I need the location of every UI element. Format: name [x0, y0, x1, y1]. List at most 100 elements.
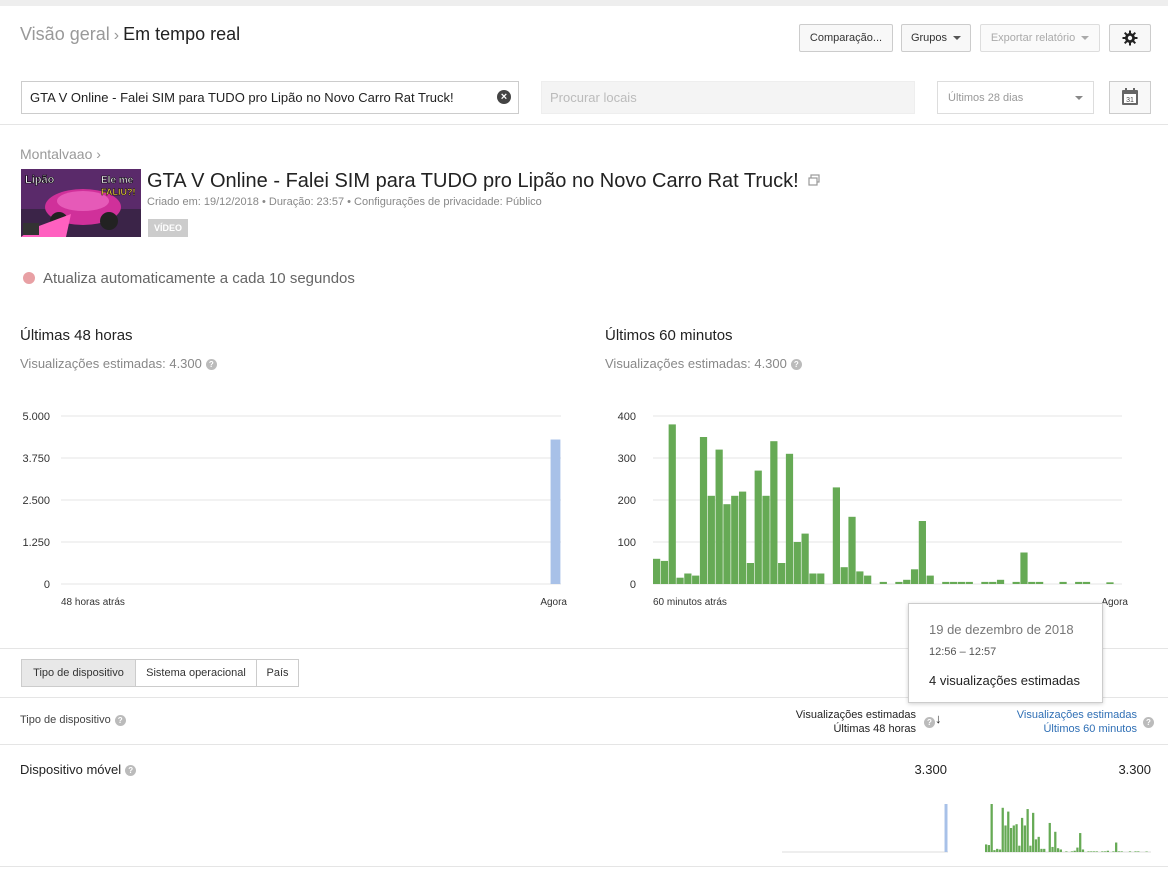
y-tick-label: 200: [618, 495, 636, 507]
channel-link[interactable]: Montalvaao ›: [20, 146, 101, 162]
video-meta: Criado em: 19/12/2018 • Duração: 23:57 •…: [147, 196, 542, 208]
chart-bar: [738, 491, 747, 584]
sparkline-bar: [1070, 851, 1074, 852]
sparkline-bar: [1090, 851, 1093, 852]
places-placeholder: Procurar locais: [550, 90, 637, 105]
clear-icon[interactable]: ×: [497, 90, 511, 104]
chart-bar: [707, 495, 715, 584]
video-title: GTA V Online - Falei SIM para TUDO pro L…: [147, 170, 820, 193]
col60-help[interactable]: ?: [1139, 714, 1154, 732]
col48-help[interactable]: ?: [920, 714, 935, 732]
chart-48-hours[interactable]: 5.000 3.750 2.500 1.250 0 48 horas atrás Agora: [0, 400, 580, 615]
chart-bar: [715, 449, 723, 584]
x-axis-start-label: 60 minutos atrás: [653, 597, 727, 608]
chart-tooltip: 19 de dezembro de 2018 12:56 – 12:57 4 v…: [908, 603, 1103, 703]
help-icon[interactable]: ?: [1143, 717, 1154, 729]
chart-bar: [793, 542, 801, 584]
column-header-60m[interactable]: Visualizações estimadas Últimos 60 minut…: [1017, 708, 1137, 736]
chart-bar: [754, 470, 762, 584]
sparkline-bar: [1112, 851, 1115, 852]
sparkline-bar: [1007, 811, 1010, 852]
top-strip: [0, 0, 1168, 6]
export-report-button[interactable]: Exportar relatório: [980, 24, 1100, 52]
sparkline-bar: [1065, 851, 1068, 852]
calendar-button[interactable]: 31: [1109, 81, 1151, 114]
chart-bar: [879, 581, 887, 584]
chart-bar: [1106, 582, 1114, 584]
sparkline-bar: [1048, 822, 1051, 852]
export-button-label: Exportar relatório: [990, 32, 1076, 44]
sparkline-bar: [1101, 851, 1104, 852]
x-axis-end-label: Agora: [1101, 597, 1128, 608]
sparkline-bar: [944, 804, 948, 852]
chart-bar: [699, 437, 708, 584]
groups-button-label: Grupos: [910, 32, 948, 44]
settings-button[interactable]: [1109, 24, 1151, 52]
row-value-48h: 3.300: [914, 762, 947, 777]
sparkline-bar: [998, 849, 1002, 852]
tab-operating-system[interactable]: Sistema operacional: [135, 659, 257, 687]
y-tick-label: 400: [618, 411, 636, 423]
sparkline-bar: [1079, 833, 1082, 852]
row-device-name: Dispositivo móvel: [20, 762, 122, 777]
chart-bar: [692, 575, 700, 584]
table-row-label: Dispositivo móvel?: [20, 762, 137, 777]
chart-bar: [1082, 581, 1091, 584]
tab-country[interactable]: País: [256, 659, 299, 687]
sparkline-bar: [1103, 851, 1107, 852]
search-value: GTA V Online - Falei SIM para TUDO pro L…: [30, 90, 454, 105]
sparkline-bar: [1051, 846, 1054, 852]
thumbnail-text-ele-me: Ele me: [101, 175, 134, 186]
breadcrumb-overview-link[interactable]: Visão geral: [20, 24, 110, 44]
sparkline-bar: [1120, 851, 1123, 852]
chart-bar: [942, 581, 950, 584]
chart-bar: [550, 439, 561, 584]
chart-bar: [864, 575, 872, 584]
help-icon[interactable]: ?: [125, 765, 137, 777]
panel-48h-title: Últimas 48 horas: [20, 327, 133, 344]
chart-bar: [676, 577, 684, 584]
chart-bar: [989, 581, 997, 584]
video-search-input[interactable]: GTA V Online - Falei SIM para TUDO pro L…: [21, 81, 519, 114]
help-icon[interactable]: ?: [114, 714, 126, 726]
chart-60-minutes[interactable]: 400 300 200 100 0 60 minutos atrás Agora: [590, 400, 1168, 615]
chart-bar: [778, 563, 786, 584]
sparkline-bar: [1106, 850, 1109, 852]
compare-button[interactable]: Comparação...: [799, 24, 893, 52]
table-dimension-header: Tipo de dispositivo?: [20, 714, 126, 726]
sparkline-bar: [1073, 850, 1076, 852]
sparkline-bar: [1087, 851, 1090, 852]
sparkline-bar: [1012, 825, 1015, 852]
help-icon[interactable]: ?: [790, 359, 802, 371]
thumbnail-text-faliu: FALIU?!: [101, 187, 136, 197]
sparkline-48h: [782, 798, 948, 854]
y-tick-label: 0: [630, 579, 636, 591]
help-icon[interactable]: ?: [205, 359, 217, 371]
external-link-icon[interactable]: [808, 174, 820, 186]
chart-bar: [660, 560, 669, 584]
y-tick-label: 0: [44, 579, 50, 591]
tab-device-type[interactable]: Tipo de dispositivo: [21, 659, 136, 687]
chart-svg: 5.000 3.750 2.500 1.250 0 48 horas atrás Agora: [22, 411, 567, 608]
groups-button[interactable]: Grupos: [901, 24, 971, 52]
column-header-48h[interactable]: Visualizações estimadas Últimas 48 horas: [796, 708, 916, 736]
places-search-input[interactable]: Procurar locais: [541, 81, 915, 114]
chart-bar: [832, 487, 840, 584]
sparkline-bar: [1081, 849, 1085, 852]
chart-bar: [801, 533, 809, 584]
chart-bar: [746, 563, 755, 584]
breadcrumb-separator: ›: [113, 27, 120, 44]
col60-line2: Últimos 60 minutos: [1043, 723, 1137, 735]
help-icon[interactable]: ?: [924, 717, 935, 729]
chart-bar: [668, 424, 676, 584]
sort-arrow-down-icon[interactable]: ↓: [935, 711, 942, 726]
panel-48h-views: Visualizações estimadas: 4.300: [20, 356, 202, 371]
col60-line1: Visualizações estimadas: [1016, 709, 1137, 721]
sparkline-bar: [996, 848, 999, 852]
chart-bar: [918, 521, 926, 584]
date-range-select[interactable]: Últimos 28 dias: [937, 81, 1094, 114]
chevron-down-icon: [1081, 36, 1090, 40]
video-thumbnail[interactable]: Lipão Ele me FALIU?!: [21, 169, 141, 237]
sparkline-bar: [1015, 824, 1018, 852]
page-title: Em tempo real: [123, 24, 241, 44]
